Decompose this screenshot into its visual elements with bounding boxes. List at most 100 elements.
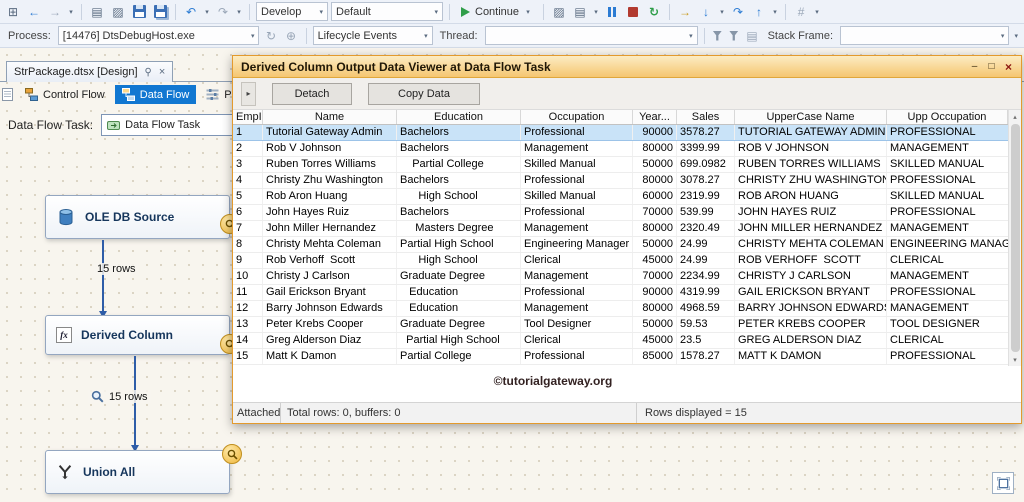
table-row[interactable]: 13 Peter Krebs Cooper Graduate Degree Tool …: [233, 317, 1008, 333]
nav-chevron-down-icon[interactable]: ▾: [67, 8, 75, 16]
open-file-icon[interactable]: ▨: [109, 3, 127, 21]
column-header[interactable]: UpperCase Name: [735, 110, 887, 124]
undo-icon[interactable]: ↶: [182, 3, 200, 21]
column-header[interactable]: Sales: [677, 110, 735, 124]
step-into-icon[interactable]: ↓: [697, 3, 715, 21]
scroll-down-icon[interactable]: ▾: [1013, 353, 1017, 366]
table-row[interactable]: 9 Rob Verhoff Scott High School Clerical 45…: [233, 253, 1008, 269]
stop-icon[interactable]: [624, 3, 642, 21]
document-close-icon[interactable]: ×: [159, 66, 165, 78]
save-all-icon[interactable]: [151, 3, 169, 21]
node-derived-column[interactable]: Derived Column: [45, 315, 230, 355]
node-ole-db-source[interactable]: OLE DB Source: [45, 195, 230, 239]
copy-data-button[interactable]: Copy Data: [368, 82, 480, 105]
diagnostics-icon[interactable]: ▤: [571, 3, 589, 21]
show-next-statement-icon[interactable]: →: [676, 3, 694, 21]
table-cell: Clerical: [521, 253, 633, 268]
table-cell: 80000: [633, 221, 677, 236]
table-row[interactable]: 10 Christy J Carlson Graduate Degree Manage…: [233, 269, 1008, 285]
table-row[interactable]: 4 Christy Zhu Washington Bachelors Professi…: [233, 173, 1008, 189]
path-source-to-derived[interactable]: [99, 240, 107, 318]
table-row[interactable]: 5 Rob Aron Huang High School Skilled Manua…: [233, 189, 1008, 205]
column-header[interactable]: Education: [397, 110, 521, 124]
data-viewer-badge-union[interactable]: [222, 444, 242, 464]
dialog-titlebar[interactable]: Derived Column Output Data Viewer at Dat…: [233, 56, 1021, 78]
filter-threads-icon[interactable]: [712, 30, 723, 41]
table-cell: Partial High School: [397, 237, 521, 252]
dialog-close-button[interactable]: ×: [1000, 59, 1017, 74]
process-refresh-icon[interactable]: ↻: [262, 27, 279, 45]
table-cell: JOHN MILLER HERNANDEZ: [735, 221, 887, 236]
watermark: ©tutorialgateway.org: [493, 374, 613, 388]
solution-platforms-combo[interactable]: Default ▾: [331, 2, 443, 21]
data-flow-task-combo[interactable]: Data Flow Task ▾: [101, 114, 248, 136]
node-union-all[interactable]: Union All: [45, 450, 230, 494]
thread-combo[interactable]: ▾: [484, 26, 698, 45]
data-viewer-magnifier-icon[interactable]: [91, 390, 104, 403]
table-row[interactable]: 11 Gail Erickson Bryant Education Professi…: [233, 285, 1008, 301]
nav-back-icon[interactable]: ←: [25, 3, 43, 21]
table-row[interactable]: 6 John Hayes Ruiz Bachelors Professional 700…: [233, 205, 1008, 221]
pause-icon[interactable]: [603, 3, 621, 21]
column-header[interactable]: Upp Occupation: [887, 110, 1008, 124]
document-tab-title: StrPackage.dtsx [Design]: [14, 66, 138, 78]
nav-forward-icon[interactable]: →: [46, 3, 64, 21]
minimize-button[interactable]: –: [966, 59, 983, 74]
collapse-panel-button[interactable]: ▸: [241, 81, 256, 106]
continue-button[interactable]: Continue ▾: [456, 2, 537, 21]
undo-chevron-icon[interactable]: ▾: [203, 8, 211, 16]
frames-icon[interactable]: ▤: [744, 27, 761, 45]
column-header[interactable]: Occupation: [521, 110, 633, 124]
table-row[interactable]: 14 Greg Alderson Diaz Partial High School…: [233, 333, 1008, 349]
redo-chevron-icon[interactable]: ▾: [235, 8, 243, 16]
tab-control-flow[interactable]: Control Flow: [18, 85, 112, 104]
scroll-up-icon[interactable]: ▴: [1013, 110, 1017, 123]
table-cell: Management: [521, 221, 633, 236]
step-out-icon[interactable]: ↑: [750, 3, 768, 21]
table-row[interactable]: 7 John Miller Hernandez Masters Degree Man…: [233, 221, 1008, 237]
column-header[interactable]: Name: [263, 110, 397, 124]
detach-button[interactable]: Detach: [272, 82, 352, 105]
window-layout-icon[interactable]: ⊞: [4, 3, 22, 21]
table-row[interactable]: 8 Christy Mehta Coleman Partial High Schoo…: [233, 237, 1008, 253]
table-cell: 1578.27: [677, 349, 735, 364]
document-tab[interactable]: StrPackage.dtsx [Design] ⚲ ×: [6, 61, 174, 82]
vertical-scrollbar[interactable]: ▴ ▾: [1008, 110, 1021, 366]
attach-process-icon[interactable]: ⊕: [283, 27, 300, 45]
table-row[interactable]: 12 Barry Johnson Edwards Education Managem…: [233, 301, 1008, 317]
step-chevron-icon[interactable]: ▾: [718, 8, 726, 16]
table-row[interactable]: 3 Ruben Torres Williams Partial College Sk…: [233, 157, 1008, 173]
filter-flagged-icon[interactable]: [729, 30, 739, 41]
solution-configurations-combo[interactable]: Develop ▾: [256, 2, 328, 21]
table-cell: Bachelors: [397, 125, 521, 140]
step-over-icon[interactable]: ↷: [729, 3, 747, 21]
table-cell: 2320.49: [677, 221, 735, 236]
diagnostics-chevron-icon[interactable]: ▾: [592, 8, 600, 16]
column-header[interactable]: Year...: [633, 110, 677, 124]
column-header[interactable]: EmpID: [233, 110, 263, 124]
save-icon[interactable]: [130, 3, 148, 21]
tab-data-flow[interactable]: Data Flow: [114, 85, 197, 104]
hex-display-icon[interactable]: #: [792, 3, 810, 21]
toolbar-overflow-icon[interactable]: ▾: [1012, 32, 1020, 40]
zoom-fit-button[interactable]: [992, 472, 1014, 494]
table-cell: Rob V Johnson: [263, 141, 397, 156]
table-row[interactable]: 2 Rob V Johnson Bachelors Management 80000 33…: [233, 141, 1008, 157]
restart-icon[interactable]: ↻: [645, 3, 663, 21]
table-row[interactable]: 1 Tutorial Gateway Admin Bachelors Professi…: [233, 125, 1008, 141]
scrollbar-thumb[interactable]: [1010, 124, 1020, 352]
table-row[interactable]: 15 Matt K Damon Partial College Professiona…: [233, 349, 1008, 365]
table-cell: 2234.99: [677, 269, 735, 284]
pin-icon[interactable]: ⚲: [145, 67, 152, 78]
process-combo[interactable]: [14476] DtsDebugHost.exe ▾: [57, 26, 260, 45]
table-cell: 45000: [633, 333, 677, 348]
maximize-button[interactable]: □: [983, 59, 1000, 74]
stack-frame-combo[interactable]: ▾: [840, 26, 1010, 45]
table-cell: SKILLED MANUAL: [890, 190, 985, 202]
new-file-icon[interactable]: ▤: [88, 3, 106, 21]
hex-chevron-icon[interactable]: ▾: [813, 8, 821, 16]
redo-icon[interactable]: ↷: [214, 3, 232, 21]
breakpoints-window-icon[interactable]: ▨: [550, 3, 568, 21]
lifecycle-events-combo[interactable]: Lifecycle Events ▾: [312, 26, 433, 45]
step-out-chevron-icon[interactable]: ▾: [771, 8, 779, 16]
